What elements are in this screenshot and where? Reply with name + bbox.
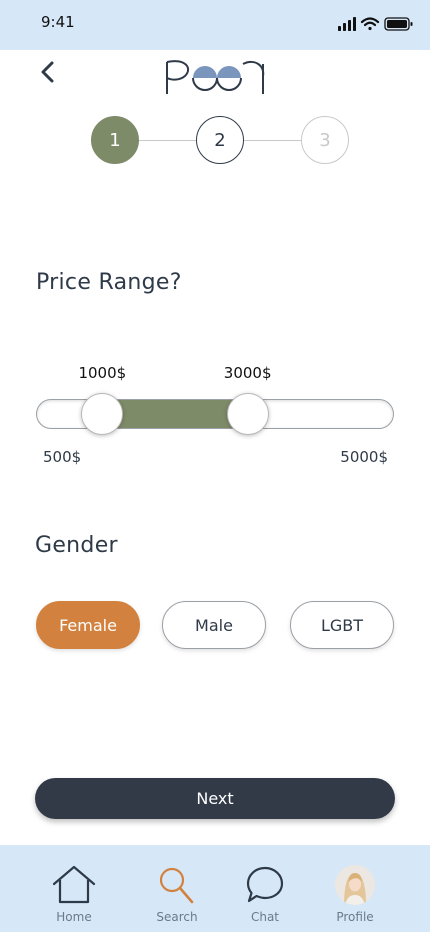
gender-male-button[interactable]: Male <box>162 601 266 649</box>
search-icon <box>159 867 194 904</box>
gender-female-button[interactable]: Female <box>36 601 140 649</box>
tab-chat[interactable]: Chat <box>230 845 300 932</box>
step-2[interactable]: 2 <box>196 116 244 164</box>
step-3[interactable]: 3 <box>301 116 349 164</box>
price-min-label: 500$ <box>43 448 82 466</box>
home-icon <box>52 865 96 904</box>
battery-icon <box>384 17 413 31</box>
tab-chat-label: Chat <box>250 910 280 924</box>
back-button[interactable] <box>34 58 62 86</box>
gender-title: Gender <box>35 533 118 558</box>
price-low-value: 1000$ <box>78 364 127 382</box>
status-bar: 9:41 <box>0 0 430 50</box>
price-high-value: 3000$ <box>223 364 272 382</box>
price-range-title: Price Range? <box>36 270 182 295</box>
tab-bar: Home Search Chat Profile <box>0 845 430 932</box>
avatar <box>335 865 375 905</box>
chat-icon <box>246 866 284 903</box>
tab-home-label: Home <box>56 910 92 924</box>
tab-profile-label: Profile <box>336 910 374 924</box>
step-1[interactable]: 1 <box>91 116 139 164</box>
tab-search-label: Search <box>156 910 198 924</box>
tab-profile[interactable]: Profile <box>320 845 390 932</box>
status-icons <box>338 15 414 37</box>
signal-icon <box>338 17 356 31</box>
tab-home[interactable]: Home <box>39 845 109 932</box>
chevron-left-icon <box>41 61 54 83</box>
step-connector <box>244 140 301 141</box>
wifi-icon <box>360 17 380 31</box>
status-time: 9:41 <box>41 13 75 31</box>
logo <box>163 54 267 98</box>
step-connector <box>139 140 196 141</box>
next-button[interactable]: Next <box>35 778 395 819</box>
price-max-label: 5000$ <box>340 448 388 466</box>
price-min-handle[interactable] <box>81 393 124 435</box>
price-max-handle[interactable] <box>226 393 269 435</box>
gender-lgbt-button[interactable]: LGBT <box>290 601 394 649</box>
tab-search[interactable]: Search <box>142 845 212 932</box>
